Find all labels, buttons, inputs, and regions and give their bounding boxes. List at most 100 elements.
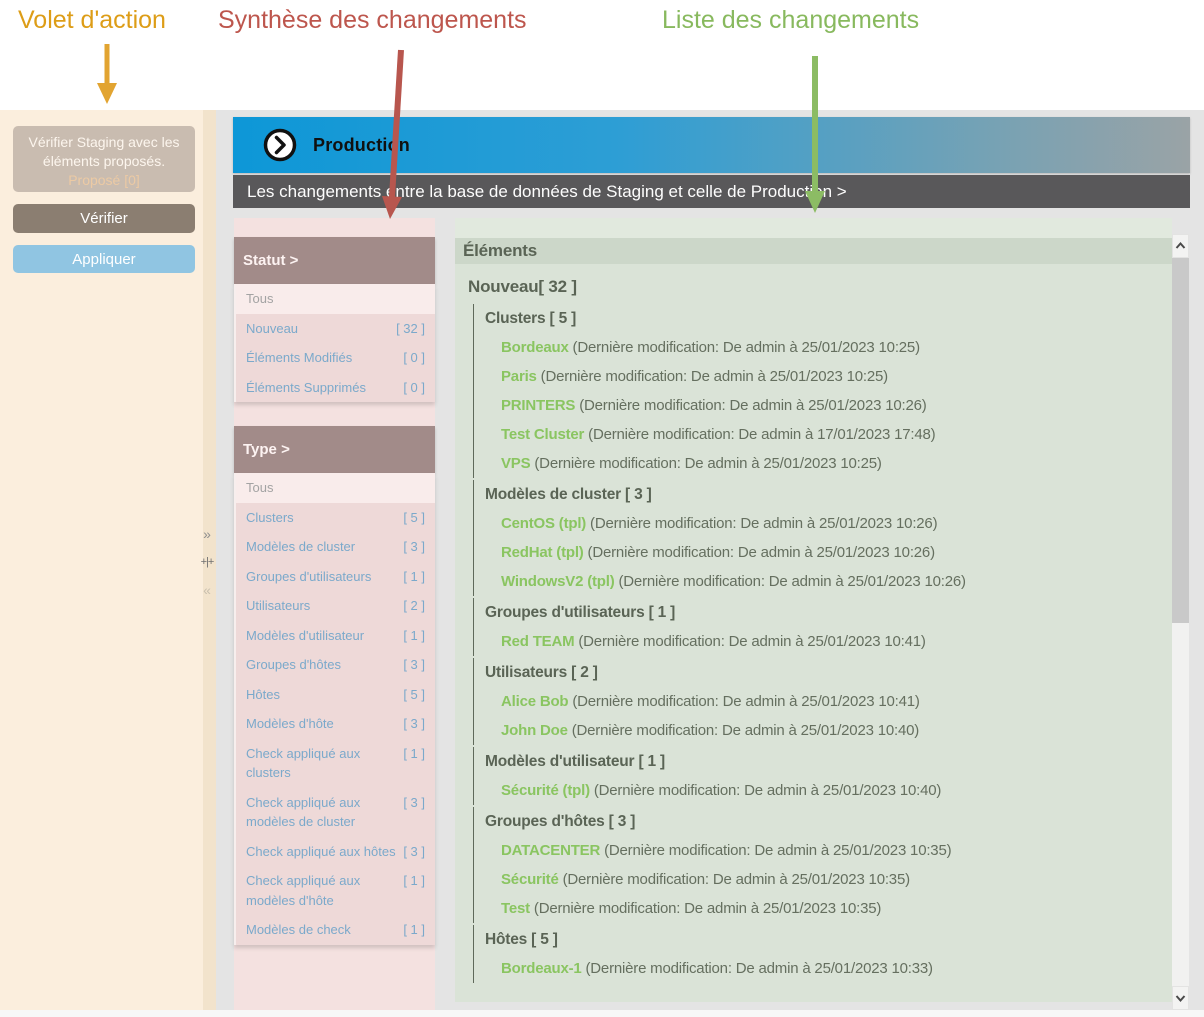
scroll-up-button[interactable]: [1172, 234, 1189, 258]
type-filter-row[interactable]: Modèles d'utilisateur[ 1 ]: [236, 621, 435, 651]
changes-subtitle-bar[interactable]: Les changements entre la base de données…: [233, 175, 1190, 208]
statut-filter-row[interactable]: Éléments Modifiés[ 0 ]: [236, 343, 435, 373]
type-filter-list: TousClusters[ 5 ]Modèles de cluster[ 3 ]…: [234, 473, 435, 945]
group-title: Nouveau[ 32 ]: [455, 272, 1172, 302]
type-filter-row[interactable]: Utilisateurs [ 2 ]: [236, 591, 435, 621]
type-filter-header[interactable]: Type >: [234, 426, 435, 473]
element-row: Sécurité (tpl) (Dernière modification: D…: [474, 776, 1172, 805]
element-link[interactable]: John Doe: [501, 722, 568, 739]
element-link[interactable]: Bordeaux-1: [501, 960, 582, 977]
statut-filter-label: Tous: [246, 289, 273, 309]
scrollbar-track[interactable]: [1172, 234, 1189, 1010]
type-filter-row[interactable]: Modèles d'hôte[ 3 ]: [236, 709, 435, 739]
element-link[interactable]: DATACENTER: [501, 842, 600, 859]
pane-resize-controls: » +|+ «: [196, 525, 218, 609]
type-filter-row[interactable]: Check appliqué aux modèles d'hôte[ 1 ]: [236, 866, 435, 915]
type-filter-count: [ 1 ]: [403, 920, 425, 940]
category-title: Groupes d'utilisateurs [ 1 ]: [474, 598, 1172, 627]
elements-header: Éléments: [455, 238, 1172, 264]
type-filter-row[interactable]: Groupes d'hôtes[ 3 ]: [236, 650, 435, 680]
type-filter-label: Modèles de cluster: [246, 537, 355, 557]
annotation-action-pane: Volet d'action: [18, 6, 166, 35]
element-link[interactable]: Red TEAM: [501, 633, 574, 650]
type-filter-row[interactable]: Groupes d'utilisateurs[ 1 ]: [236, 562, 435, 592]
annotation-changes-summary: Synthèse des changements: [218, 6, 527, 35]
page-title: Production: [313, 135, 410, 156]
element-link[interactable]: RedHat (tpl): [501, 544, 584, 561]
propose-badge: Proposé [0]: [19, 171, 189, 190]
category-block: Modèles d'utilisateur [ 1 ]Sécurité (tpl…: [473, 747, 1172, 805]
changes-summary-panel: Statut > Tous Nouveau [ 32 ] Éléments Modif…: [234, 218, 435, 1010]
statut-filter-row[interactable]: Nouveau [ 32 ]: [236, 314, 435, 344]
propose-button[interactable]: Vérifier Staging avec les éléments propo…: [13, 126, 195, 192]
type-filter-row[interactable]: Tous: [236, 473, 435, 503]
element-link[interactable]: Sécurité: [501, 871, 559, 888]
type-filter-count: [ 1 ]: [403, 626, 425, 646]
element-link[interactable]: Sécurité (tpl): [501, 782, 590, 799]
category-block: Clusters [ 5 ] Bordeaux (Dernière modific…: [473, 304, 1172, 478]
type-filter-row[interactable]: Modèles de cluster[ 3 ]: [236, 532, 435, 562]
statut-filter-header[interactable]: Statut >: [234, 237, 435, 284]
scrollbar-thumb[interactable]: [1172, 258, 1189, 623]
statut-filter-label: Nouveau: [246, 319, 298, 339]
category-title: Clusters [ 5 ]: [474, 304, 1172, 333]
category-block: Utilisateurs [ 2 ]Alice Bob (Dernière mo…: [473, 658, 1172, 745]
action-pane: Vérifier Staging avec les éléments propo…: [0, 110, 203, 1010]
type-filter-label: Check appliqué aux hôtes: [246, 842, 396, 862]
type-filter-label: Groupes d'utilisateurs: [246, 567, 371, 587]
type-filter-row[interactable]: Hôtes[ 5 ]: [236, 680, 435, 710]
element-meta: (Dernière modification: De admin à 25/01…: [559, 871, 910, 888]
statut-filter-row[interactable]: Éléments Supprimés[ 0 ]: [236, 373, 435, 403]
element-link[interactable]: Test: [501, 900, 530, 917]
type-filter-label: Utilisateurs: [246, 596, 310, 616]
apply-button[interactable]: Appliquer: [13, 245, 195, 273]
statut-filter-count: [ 32 ]: [396, 319, 425, 339]
scroll-down-button[interactable]: [1172, 986, 1189, 1010]
category-block: Groupes d'hôtes [ 3 ] DATACENTER (Dernièr…: [473, 807, 1172, 923]
category-block: Groupes d'utilisateurs [ 1 ]Red TEAM (De…: [473, 598, 1172, 656]
type-filter-row[interactable]: Check appliqué aux modèles de cluster[ 3…: [236, 788, 435, 837]
page: Volet d'action Synthèse des changements …: [0, 0, 1204, 1017]
element-row: VPS (Dernière modification: De admin à 2…: [474, 449, 1172, 478]
type-filter-row[interactable]: Check appliqué aux clusters[ 1 ]: [236, 739, 435, 788]
collapse-pane-icon[interactable]: «: [196, 581, 218, 599]
expand-pane-icon[interactable]: »: [196, 525, 218, 543]
type-filter-label: Groupes d'hôtes: [246, 655, 341, 675]
element-meta: (Dernière modification: De admin à 25/01…: [530, 900, 881, 917]
category-title: Modèles d'utilisateur [ 1 ]: [474, 747, 1172, 776]
element-row: Test Cluster (Dernière modification: De …: [474, 420, 1172, 449]
element-link[interactable]: WindowsV2 (tpl): [501, 573, 615, 590]
elements-body: Nouveau[ 32 ] Clusters [ 5 ] Bordeaux (De…: [455, 264, 1172, 983]
element-meta: (Dernière modification: De admin à 25/01…: [568, 693, 919, 710]
type-filter-count: [ 2 ]: [403, 596, 425, 616]
type-filter-count: [ 5 ]: [403, 508, 425, 528]
chevron-circle-icon[interactable]: [263, 128, 297, 162]
element-meta: (Dernière modification: De admin à 25/01…: [590, 782, 941, 799]
type-filter-row[interactable]: Modèles de check[ 1 ]: [236, 915, 435, 945]
categories-list: Clusters [ 5 ] Bordeaux (Dernière modific…: [473, 304, 1172, 983]
element-link[interactable]: Paris: [501, 368, 537, 385]
chevron-up-icon: [1175, 242, 1186, 250]
element-link[interactable]: Bordeaux: [501, 339, 569, 356]
element-link[interactable]: PRINTERS: [501, 397, 575, 414]
element-meta: (Dernière modification: De admin à 25/01…: [569, 339, 920, 356]
element-link[interactable]: Test Cluster: [501, 426, 584, 443]
element-row: PRINTERS (Dernière modification: De admi…: [474, 391, 1172, 420]
resize-handle-icon[interactable]: +|+: [196, 553, 218, 571]
element-meta: (Dernière modification: De admin à 25/01…: [615, 573, 966, 590]
statut-filter-row[interactable]: Tous: [236, 284, 435, 314]
element-link[interactable]: CentOS (tpl): [501, 515, 586, 532]
propose-line2: éléments proposés.: [19, 152, 189, 171]
type-filter-row[interactable]: Check appliqué aux hôtes[ 3 ]: [236, 837, 435, 867]
type-filter-count: [ 3 ]: [403, 793, 425, 813]
element-meta: (Dernière modification: De admin à 25/01…: [568, 722, 919, 739]
element-link[interactable]: Alice Bob: [501, 693, 568, 710]
element-link[interactable]: VPS: [501, 455, 530, 472]
type-filter-row[interactable]: Clusters[ 5 ]: [236, 503, 435, 533]
category-title: Groupes d'hôtes [ 3 ]: [474, 807, 1172, 836]
type-filter-label: Tous: [246, 478, 273, 498]
page-bottom-strip: [0, 1010, 1204, 1017]
verify-button[interactable]: Vérifier: [13, 204, 195, 233]
type-filter-label: Check appliqué aux modèles de cluster: [246, 793, 398, 832]
type-filter-count: [ 1 ]: [403, 871, 425, 891]
